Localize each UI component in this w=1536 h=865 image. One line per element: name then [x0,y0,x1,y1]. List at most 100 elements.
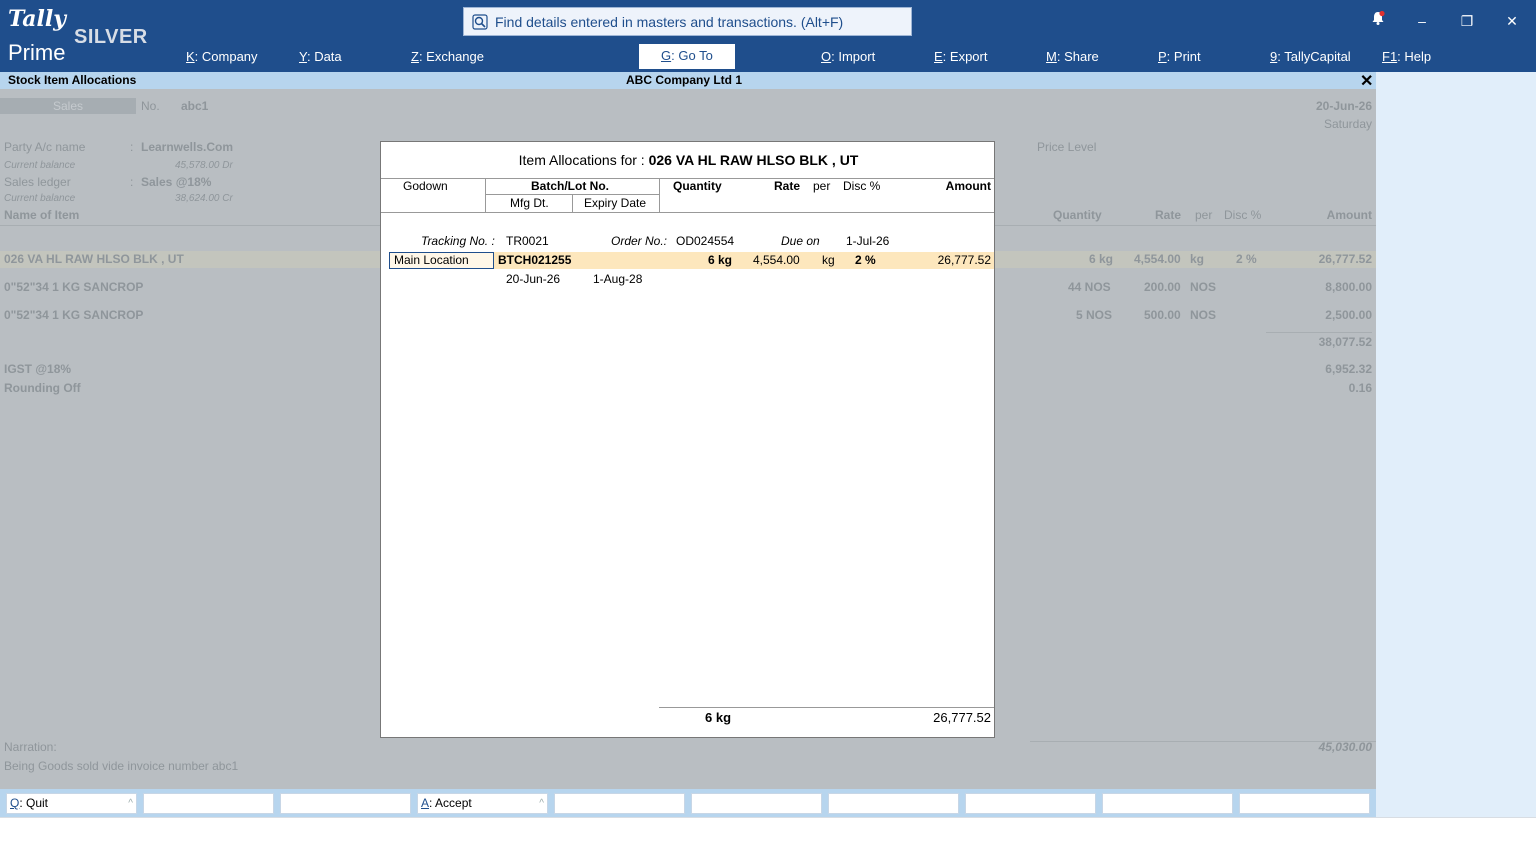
order-label: Order No.: [611,234,668,248]
total-amount: 26,777.52 [933,710,991,725]
empty-button[interactable] [1239,793,1370,814]
empty-button[interactable] [143,793,274,814]
item-amount: 8,800.00 [1325,280,1372,294]
amount-value[interactable]: 26,777.52 [938,253,991,267]
menu-print[interactable]: P: Print [1158,48,1201,68]
prime-logo: Prime [8,40,66,65]
party-label: Party A/c name [4,140,86,154]
search-input[interactable]: Find details entered in masters and tran… [463,7,912,36]
empty-button[interactable] [554,793,685,814]
bottom-button-bar: Q: Quit ^ A: Accept ^ [0,789,1376,817]
col-rate: Rate [1155,208,1182,222]
col-name-of-item: Name of Item [4,208,80,222]
quit-button[interactable]: Q: Quit ^ [6,793,137,814]
voucher-type: Sales [0,98,136,114]
menu-exchange[interactable]: Z: Exchange [411,48,484,68]
voucher-date: 20-Jun-26 [1315,99,1372,113]
search-placeholder: Find details entered in masters and tran… [495,13,844,30]
rate-value[interactable]: 4,554.00 [753,253,800,267]
menu-company[interactable]: K: Company [186,48,258,68]
empty-button[interactable] [965,793,1096,814]
narration-label: Narration: [4,740,57,754]
per-value[interactable]: kg [822,253,835,267]
accept-button[interactable]: A: Accept ^ [417,793,548,814]
narration-text: Being Goods sold vide invoice number abc… [4,759,239,773]
sales-ledger-label: Sales ledger [4,175,71,189]
col-rate: Rate [774,179,801,193]
batch-value[interactable]: BTCH021255 [498,253,571,267]
header-bottom-line [381,212,994,213]
sales-balance: 38,624.00 Cr [175,193,233,204]
order-number[interactable]: OD024554 [676,234,734,248]
price-level-label: Price Level [1037,140,1097,154]
menu-share[interactable]: M: Share [1046,48,1099,68]
party-name: Learnwells.Com [141,140,234,154]
due-on-label: Due on [781,234,820,248]
total-line [659,707,994,708]
godown-value[interactable]: Main Location [394,253,469,267]
total-quantity: 6 kg [705,710,732,725]
voucher-no: abc1 [181,99,209,113]
col-disc: Disc % [843,179,881,193]
disc-value[interactable]: 2 % [855,253,876,267]
item-qty: 44 NOS [1068,280,1111,294]
menu-goto[interactable]: G: Go To [639,44,735,69]
subtotal-divider [1266,332,1372,333]
menu-data[interactable]: Y: Data [299,48,342,68]
item-rate: 200.00 [1144,280,1181,294]
minimize-icon[interactable]: – [1410,10,1434,32]
dialog-title-label: Item Allocations for : [518,152,645,168]
tally-logo: Tally [8,6,67,32]
close-icon[interactable]: ✕ [1500,10,1524,32]
menu-help[interactable]: F1: Help [1382,48,1431,68]
expiry-date-value[interactable]: 1-Aug-28 [593,272,642,286]
col-per: per [1195,208,1213,222]
sales-ledger: Sales @18% [141,175,212,189]
col-batch: Batch/Lot No. [531,179,609,193]
party-colon: : [130,140,134,154]
rounding-amount: 0.16 [1348,381,1372,395]
col-quantity: Quantity [673,179,722,193]
item-allocations-dialog: Item Allocations for : 026 VA HL RAW HLS… [380,141,995,738]
mfg-date-value[interactable]: 20-Jun-26 [506,272,560,286]
menu-tallycapital[interactable]: 9: TallyCapital [1270,48,1351,68]
col-disc: Disc % [1224,208,1262,222]
col-amount: Amount [1326,208,1372,222]
item-qty: 6 kg [1089,252,1114,266]
igst-label: IGST @18% [4,362,72,376]
quantity-value[interactable]: 6 kg [708,253,732,267]
empty-button[interactable] [1102,793,1233,814]
subtotal-amount: 38,077.52 [1318,335,1372,349]
screen-title-bar: Stock Item Allocations ABC Company Ltd 1… [0,71,1376,91]
menu-import[interactable]: O: Import [821,48,875,68]
restore-icon[interactable]: ❐ [1455,10,1479,32]
item-disc: 2 % [1236,252,1257,266]
item-rate: 4,554.00 [1134,252,1181,266]
voucher-no-label: No. [141,99,160,113]
due-on-date[interactable]: 1-Jul-26 [846,234,889,248]
sales-balance-label: Current balance [4,193,76,204]
search-icon [472,13,488,30]
desktop-area [0,817,1536,865]
item-amount: 26,777.52 [1318,252,1372,266]
empty-button[interactable] [828,793,959,814]
empty-button[interactable] [280,793,411,814]
close-screen-icon[interactable]: ✕ [1360,71,1373,91]
dialog-item-name: 026 VA HL RAW HLSO BLK , UT [648,152,859,168]
item-per: NOS [1190,308,1217,322]
menu-export[interactable]: E: Export [934,48,987,68]
dialog-title: Item Allocations for : 026 VA HL RAW HLS… [381,152,996,168]
item-rate: 500.00 [1144,308,1181,322]
tracking-number[interactable]: TR0021 [506,234,549,248]
screen-title: Stock Item Allocations [8,73,137,87]
voucher-total: 45,030.00 [1318,740,1372,754]
item-name: 0"52"34 1 KG SANCROP [4,308,144,322]
empty-button[interactable] [691,793,822,814]
notification-bell-icon[interactable] [1366,10,1390,32]
top-bar: Tally Prime SILVER Find details entered … [0,0,1536,72]
right-button-panel [1376,72,1536,817]
sales-ledger-colon: : [130,175,134,189]
col-expiry-date: Expiry Date [584,196,647,210]
col-amount: Amount [945,179,991,193]
rounding-label: Rounding Off [4,381,81,395]
